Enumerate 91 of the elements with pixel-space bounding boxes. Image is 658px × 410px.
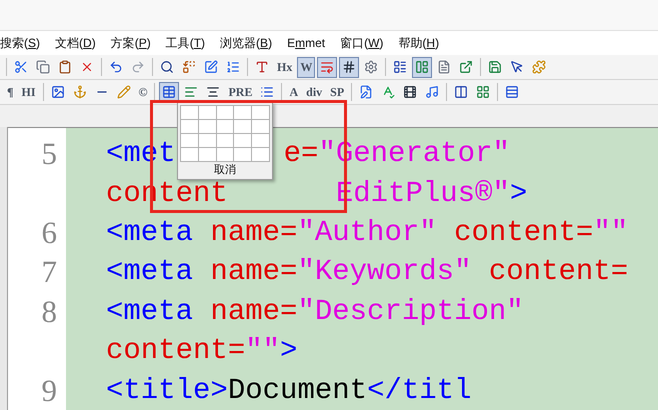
table-grid-cell[interactable]	[181, 148, 198, 161]
code-token: <meta	[106, 296, 194, 326]
table-grid-cell[interactable]	[216, 134, 234, 147]
menu-item[interactable]: 浏览器(B)	[220, 34, 272, 52]
table-grid-cell[interactable]	[216, 148, 234, 161]
toolbar-button[interactable]	[159, 82, 180, 102]
layout-icon	[415, 60, 430, 74]
code-token: ""	[593, 218, 628, 248]
hash-icon	[342, 60, 356, 74]
table-grid-cell[interactable]	[216, 120, 234, 133]
menu-item[interactable]: 工具(T)	[166, 34, 206, 52]
puzzle-icon	[532, 60, 546, 74]
edit-icon	[204, 60, 218, 74]
code-token: ""	[245, 336, 280, 366]
table-grid-cell[interactable]	[252, 148, 269, 161]
numbered-list-icon	[226, 60, 240, 74]
menu-item[interactable]: 搜索(S)	[0, 34, 40, 52]
line-number: 6	[42, 217, 57, 248]
file-edit-icon	[359, 85, 374, 99]
table-grid-cell[interactable]	[234, 106, 252, 119]
menu-item[interactable]: 方案(P)	[110, 34, 151, 52]
image-icon	[50, 85, 64, 99]
table-grid-cell[interactable]	[181, 120, 198, 133]
code-token: e=	[284, 139, 318, 168]
code-token: <meta	[106, 218, 194, 248]
line-number: 7	[42, 256, 57, 288]
table-grid-cell[interactable]	[198, 106, 216, 119]
table-grid-cell[interactable]	[252, 106, 269, 119]
menu-item[interactable]: Emmet	[287, 34, 326, 52]
code-token: name=	[210, 218, 298, 248]
font-icon	[255, 60, 269, 74]
menu-item[interactable]: 帮助(H)	[398, 34, 440, 52]
code-token: </titl	[367, 376, 472, 405]
document-icon	[437, 60, 452, 74]
line-number: 9	[42, 374, 57, 406]
code-token: "Author"	[297, 218, 438, 248]
film-icon	[403, 85, 418, 99]
list-icon	[260, 85, 274, 99]
code-token: >	[510, 178, 528, 208]
table-grid-cell[interactable]	[234, 148, 252, 161]
code-token: <title>	[106, 376, 228, 405]
settings-icon	[364, 60, 378, 74]
undo-icon	[109, 60, 123, 74]
table-grid-cell[interactable]	[198, 148, 216, 161]
open-window-icon	[459, 60, 474, 74]
delete-icon	[80, 60, 94, 74]
table-grid-cell[interactable]	[234, 134, 252, 147]
code-token: >	[280, 336, 298, 366]
grid-icon	[476, 85, 490, 99]
paste-icon	[58, 60, 72, 74]
pointer-icon	[510, 60, 524, 74]
columns-icon	[454, 85, 468, 99]
table-grid-cell[interactable]	[198, 134, 216, 147]
code-token: content=	[488, 257, 628, 286]
music-icon	[425, 85, 440, 99]
table-grid-cell[interactable]	[252, 134, 269, 147]
paragraph-icon	[184, 85, 198, 99]
center-icon	[206, 85, 220, 99]
code-token: "Keywords"	[297, 257, 472, 286]
replace-icon	[182, 60, 196, 74]
table-grid-cell[interactable]	[198, 120, 216, 133]
cut-icon	[14, 60, 28, 74]
copy-icon	[36, 60, 50, 74]
code-token: content=	[106, 336, 246, 366]
table-grid-cell[interactable]	[252, 120, 269, 133]
save-icon	[488, 60, 502, 74]
table-grid-cell[interactable]	[234, 120, 252, 133]
pencil-icon	[116, 85, 130, 99]
menu-item[interactable]: 窗口(W)	[340, 34, 384, 52]
code-token: Document	[228, 376, 368, 405]
wrap-icon	[320, 60, 334, 74]
search-icon	[160, 60, 174, 74]
line-number: 5	[42, 138, 57, 170]
format-tool-button[interactable]: W	[297, 56, 316, 78]
code-token: name=	[210, 257, 298, 286]
list-panel-icon	[393, 60, 408, 74]
toolbar-button[interactable]	[339, 56, 360, 78]
code-token: content=	[454, 218, 594, 248]
table-grid-cell[interactable]	[216, 106, 234, 119]
code-token: name=	[210, 296, 298, 326]
rows-icon	[505, 85, 520, 99]
redo-icon	[131, 60, 145, 74]
table-icon	[162, 85, 176, 99]
anchor-icon	[72, 85, 86, 99]
code-token: <meta	[106, 257, 194, 286]
table-grid-cell[interactable]	[181, 106, 198, 119]
code-token: "Description"	[297, 296, 524, 326]
menu-item[interactable]: 文档(D)	[55, 34, 96, 52]
line-number: 8	[42, 296, 57, 327]
spell-check-icon	[381, 85, 396, 99]
table-grid-cell[interactable]	[181, 134, 198, 147]
